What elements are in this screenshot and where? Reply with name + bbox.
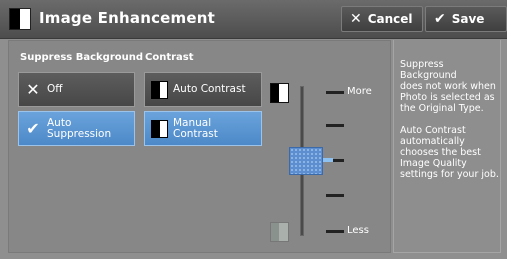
header-bar: Image Enhancement ✕ Cancel ✔ Save <box>0 0 507 39</box>
check-icon: ✔ <box>434 11 446 27</box>
slider-tick <box>326 91 344 94</box>
slider-more-label: More <box>347 86 372 97</box>
image-enhancement-window: Image Enhancement ✕ Cancel ✔ Save Suppre… <box>0 0 507 259</box>
auto-suppression-button[interactable]: ✔ Auto Suppression <box>18 111 135 146</box>
auto-suppression-label: Auto Suppression <box>47 116 112 140</box>
slider-tick <box>326 124 344 127</box>
contrast-label: Contrast <box>145 52 194 63</box>
auto-contrast-button[interactable]: Auto Contrast <box>144 72 262 107</box>
manual-contrast-icon <box>150 119 168 138</box>
auto-contrast-label: Auto Contrast <box>173 83 246 95</box>
suppress-off-label: Off <box>47 83 63 95</box>
suppress-background-label: Suppress Background <box>20 52 144 63</box>
close-icon: ✕ <box>350 11 362 27</box>
help-text: Suppress Background does not work when P… <box>400 59 499 180</box>
low-contrast-icon <box>270 222 289 242</box>
slider-tick <box>326 230 344 233</box>
slider-less-label: Less <box>347 225 369 236</box>
cancel-button[interactable]: ✕ Cancel <box>341 6 423 32</box>
cancel-label: Cancel <box>367 12 413 26</box>
save-label: Save <box>451 12 485 26</box>
suppress-off-button[interactable]: ✕ Off <box>18 72 135 107</box>
slider-thumb-pointer <box>323 158 333 162</box>
contrast-slider-thumb[interactable] <box>289 147 323 175</box>
high-contrast-icon <box>270 83 289 103</box>
page-title: Image Enhancement <box>39 9 215 27</box>
slider-tick <box>326 194 344 197</box>
image-enhancement-icon <box>9 8 31 30</box>
save-button[interactable]: ✔ Save <box>425 6 507 32</box>
check-icon: ✔ <box>26 119 40 138</box>
x-icon: ✕ <box>26 80 40 99</box>
manual-contrast-label: Manual Contrast <box>173 116 218 140</box>
manual-contrast-button[interactable]: Manual Contrast <box>144 111 262 146</box>
auto-contrast-icon <box>150 80 168 99</box>
